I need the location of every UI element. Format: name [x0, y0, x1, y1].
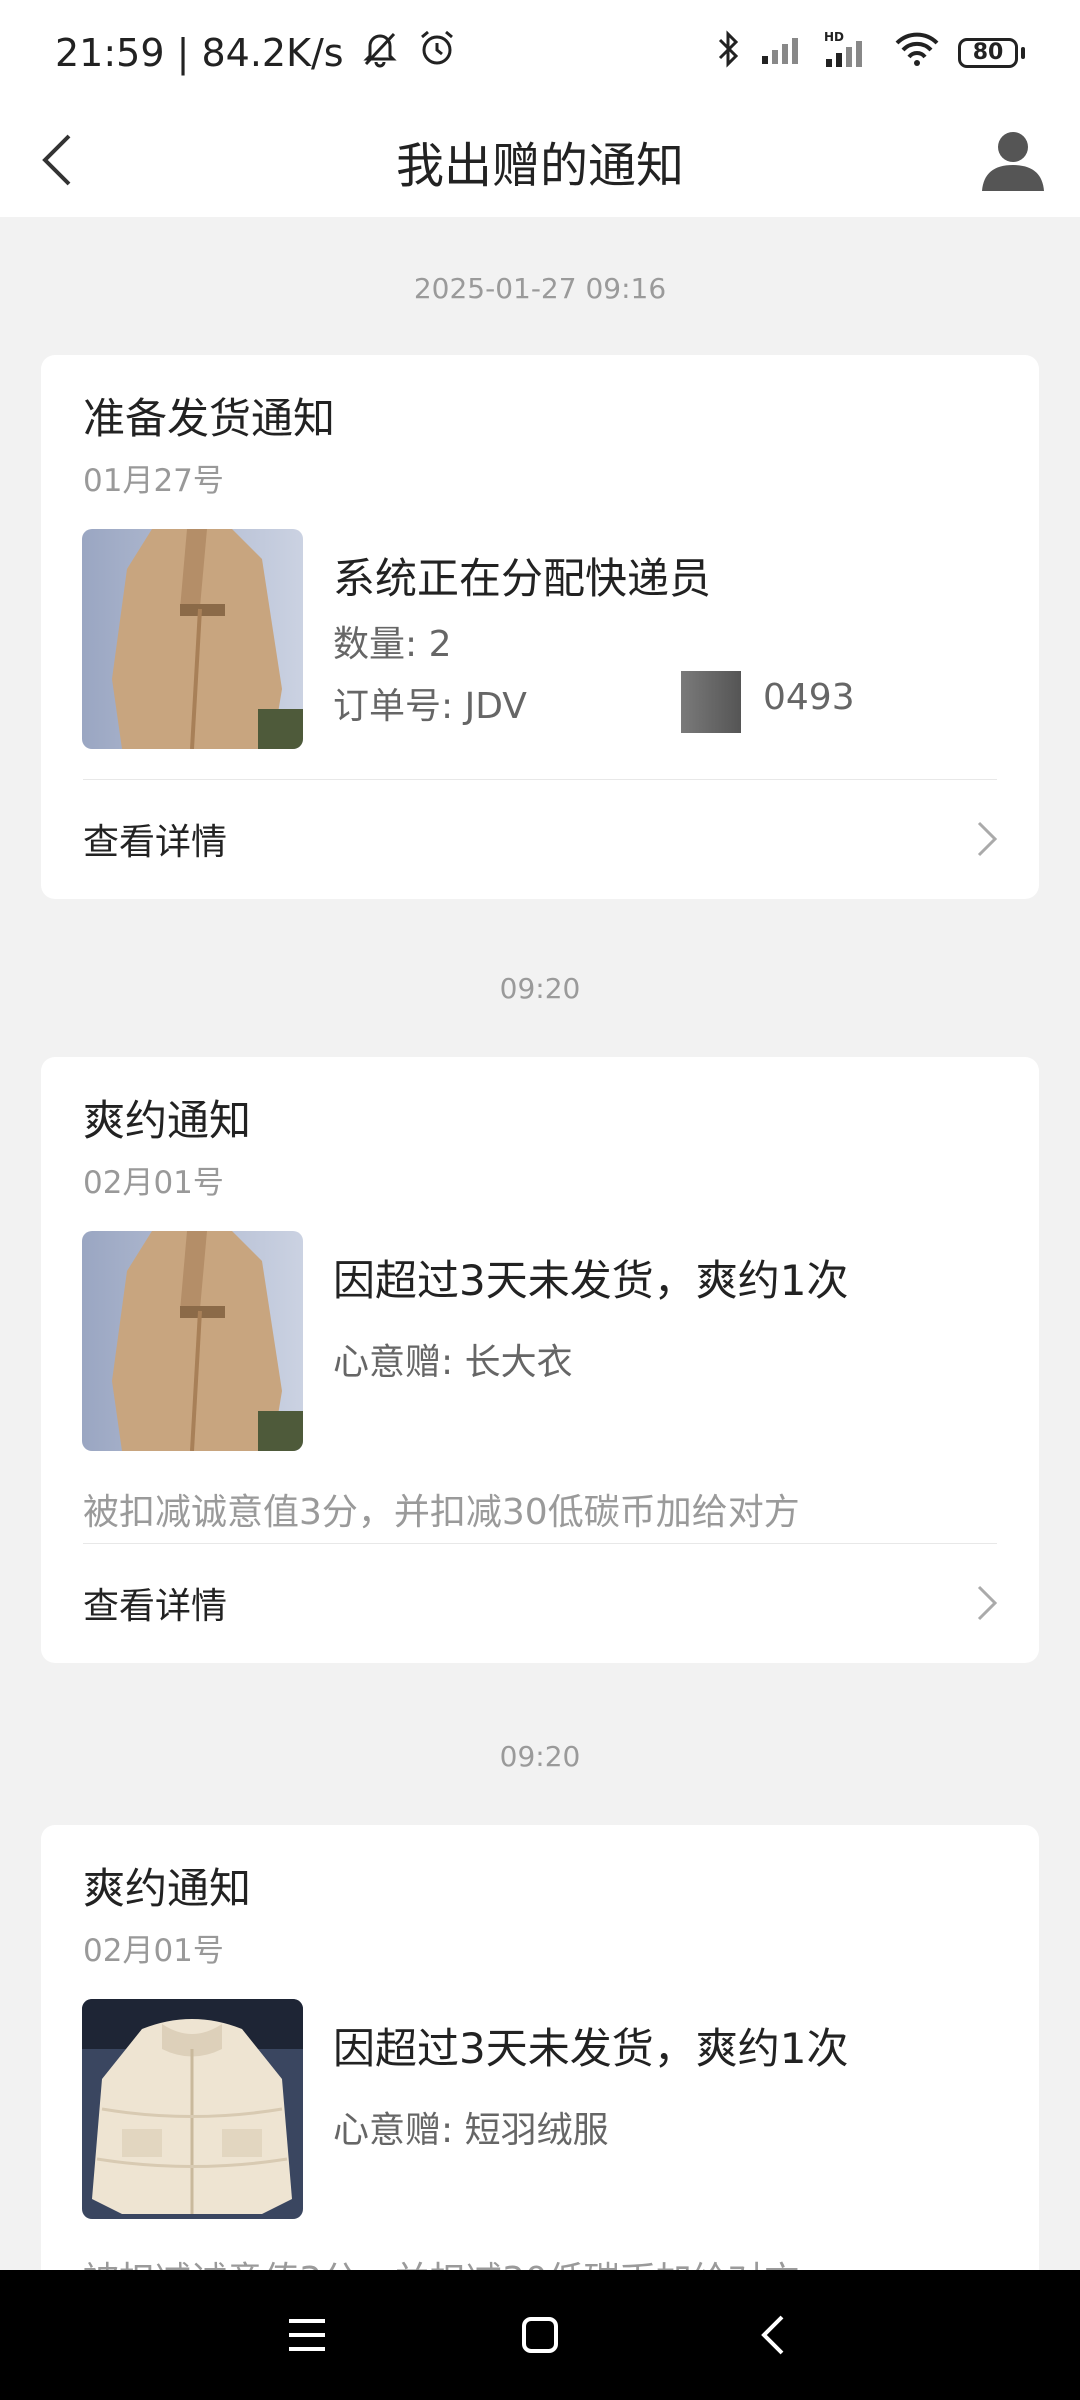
- penalty-note: 被扣减诚意值3分，并扣减30低碳币加给对方: [83, 2251, 800, 2270]
- view-details-label: 查看详情: [83, 822, 228, 863]
- notification-message: 因超过3天未发货，爽约1次: [333, 1256, 849, 1305]
- notification-message: 系统正在分配快递员: [333, 554, 712, 603]
- wifi-icon: [894, 31, 940, 74]
- home-square-icon: [521, 2317, 558, 2353]
- down-jacket-product-image: [82, 1999, 303, 2219]
- signal-icon-1: [760, 32, 806, 73]
- gift-item-text: 心意赠: 长大衣: [333, 1342, 573, 1383]
- notification-date: 02月01号: [83, 1165, 224, 1201]
- home-button[interactable]: [505, 2300, 575, 2370]
- chevron-left-icon: [42, 134, 71, 186]
- view-details-row[interactable]: 查看详情: [41, 1543, 1039, 1663]
- quantity-text: 数量: 2: [333, 624, 452, 665]
- bluetooth-icon: [714, 29, 742, 76]
- page-title: 我出赠的通知: [395, 138, 684, 194]
- status-time-speed: 21:59 | 84.2K/s: [55, 30, 344, 75]
- svg-text:HD: HD: [824, 30, 844, 44]
- penalty-note: 被扣减诚意值3分，并扣减30低碳币加给对方: [83, 1492, 800, 1533]
- back-button[interactable]: [22, 125, 92, 195]
- back-arrow-icon: [761, 2315, 784, 2355]
- battery-level: 80: [972, 40, 1004, 65]
- notification-timestamp: 09:20: [499, 1740, 581, 1773]
- notification-timestamp: 09:20: [499, 972, 581, 1005]
- status-bar: 21:59 | 84.2K/s HD 80: [0, 0, 1080, 105]
- notification-card: 爽约通知 02月01号 因超过3天未发货，爽约1次 心意赠: 短羽绒服 被扣减诚…: [41, 1825, 1039, 2270]
- alarm-icon: [416, 27, 458, 78]
- notification-title: 准备发货通知: [83, 394, 336, 443]
- order-number: 订单号: JDV: [333, 677, 527, 729]
- coat-product-image: [82, 1231, 303, 1451]
- system-back-button[interactable]: [738, 2300, 808, 2370]
- view-details-label: 查看详情: [83, 1586, 228, 1627]
- redaction-block: [681, 671, 741, 733]
- chevron-right-icon: [977, 821, 998, 857]
- mute-notification-icon: [358, 26, 402, 79]
- notification-message: 因超过3天未发货，爽约1次: [333, 2024, 849, 2073]
- user-avatar-icon: [982, 132, 1044, 191]
- order-number-prefix: 订单号: JDV: [333, 686, 527, 727]
- chevron-right-icon: [977, 1585, 998, 1621]
- page-header: 我出赠的通知: [0, 105, 1080, 217]
- profile-button[interactable]: [968, 115, 1058, 205]
- menu-icon: [288, 2319, 325, 2351]
- order-number-suffix: 0493: [763, 677, 855, 718]
- notification-date: 02月01号: [83, 1933, 224, 1969]
- gift-item-text: 心意赠: 短羽绒服: [333, 2110, 609, 2151]
- battery-indicator: 80: [958, 37, 1025, 68]
- system-navigation-bar: [0, 2270, 1080, 2400]
- notification-timestamp: 2025-01-27 09:16: [413, 272, 667, 305]
- notification-card: 爽约通知 02月01号 因超过3天未发货，爽约1次 心意赠: 长大衣 被扣减诚意…: [41, 1057, 1039, 1663]
- signal-hd-icon: HD: [824, 29, 876, 76]
- status-right: HD 80: [714, 29, 1025, 76]
- notification-date: 01月27号: [83, 463, 224, 499]
- menu-button[interactable]: [272, 2300, 342, 2370]
- notification-list[interactable]: 2025-01-27 09:16 准备发货通知 01月27号 系统正在分配快递员…: [0, 217, 1080, 2270]
- notification-title: 爽约通知: [83, 1864, 252, 1913]
- status-left: 21:59 | 84.2K/s: [55, 26, 458, 79]
- notification-title: 爽约通知: [83, 1096, 252, 1145]
- view-details-row[interactable]: 查看详情: [41, 779, 1039, 899]
- notification-card: 准备发货通知 01月27号 系统正在分配快递员 数量: 2 订单号: JDV 0…: [41, 355, 1039, 899]
- coat-product-image: [82, 529, 303, 749]
